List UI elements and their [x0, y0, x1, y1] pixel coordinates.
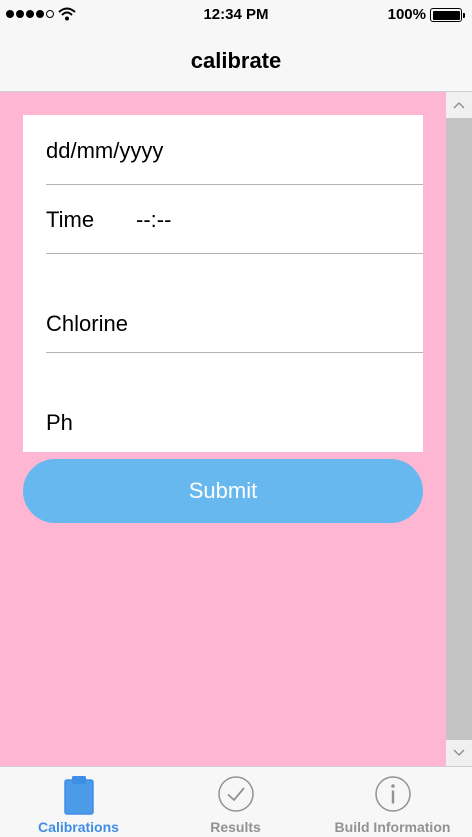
scroll-up-icon[interactable]	[446, 92, 472, 118]
scroll-down-icon[interactable]	[446, 740, 472, 766]
scrollbar[interactable]	[446, 92, 472, 766]
tab-bar: Calibrations Results Build Information	[0, 766, 472, 837]
tab-calibrations-label: Calibrations	[38, 819, 119, 835]
page-title: calibrate	[190, 48, 282, 73]
calibration-form: dd/mm/yyyy Time --:-- Chlorine Ph	[23, 115, 423, 452]
navigation-bar: calibrate	[0, 30, 472, 92]
date-field[interactable]: dd/mm/yyyy	[46, 115, 423, 185]
chlorine-field[interactable]: Chlorine	[46, 254, 423, 353]
ph-label: Ph	[46, 410, 73, 435]
time-field[interactable]: Time --:--	[46, 185, 423, 254]
clipboard-icon	[63, 776, 94, 815]
tab-results[interactable]: Results	[157, 767, 314, 837]
ph-field[interactable]: Ph	[46, 353, 423, 452]
status-bar: 12:34 PM 100%	[0, 0, 472, 30]
battery-icon	[430, 8, 465, 22]
tab-build-information-label: Build Information	[334, 819, 451, 835]
tab-results-label: Results	[210, 819, 261, 835]
date-placeholder: dd/mm/yyyy	[46, 138, 164, 163]
battery-percentage: 100%	[387, 6, 426, 23]
submit-button[interactable]: Submit	[23, 459, 423, 523]
tab-calibrations[interactable]: Calibrations	[0, 767, 157, 837]
time-value: --:--	[136, 207, 172, 232]
checkmark-circle-icon	[217, 776, 254, 812]
tab-build-information[interactable]: Build Information	[314, 767, 471, 837]
info-icon	[374, 776, 411, 812]
chlorine-label: Chlorine	[46, 311, 128, 336]
time-label: Time	[46, 207, 95, 232]
